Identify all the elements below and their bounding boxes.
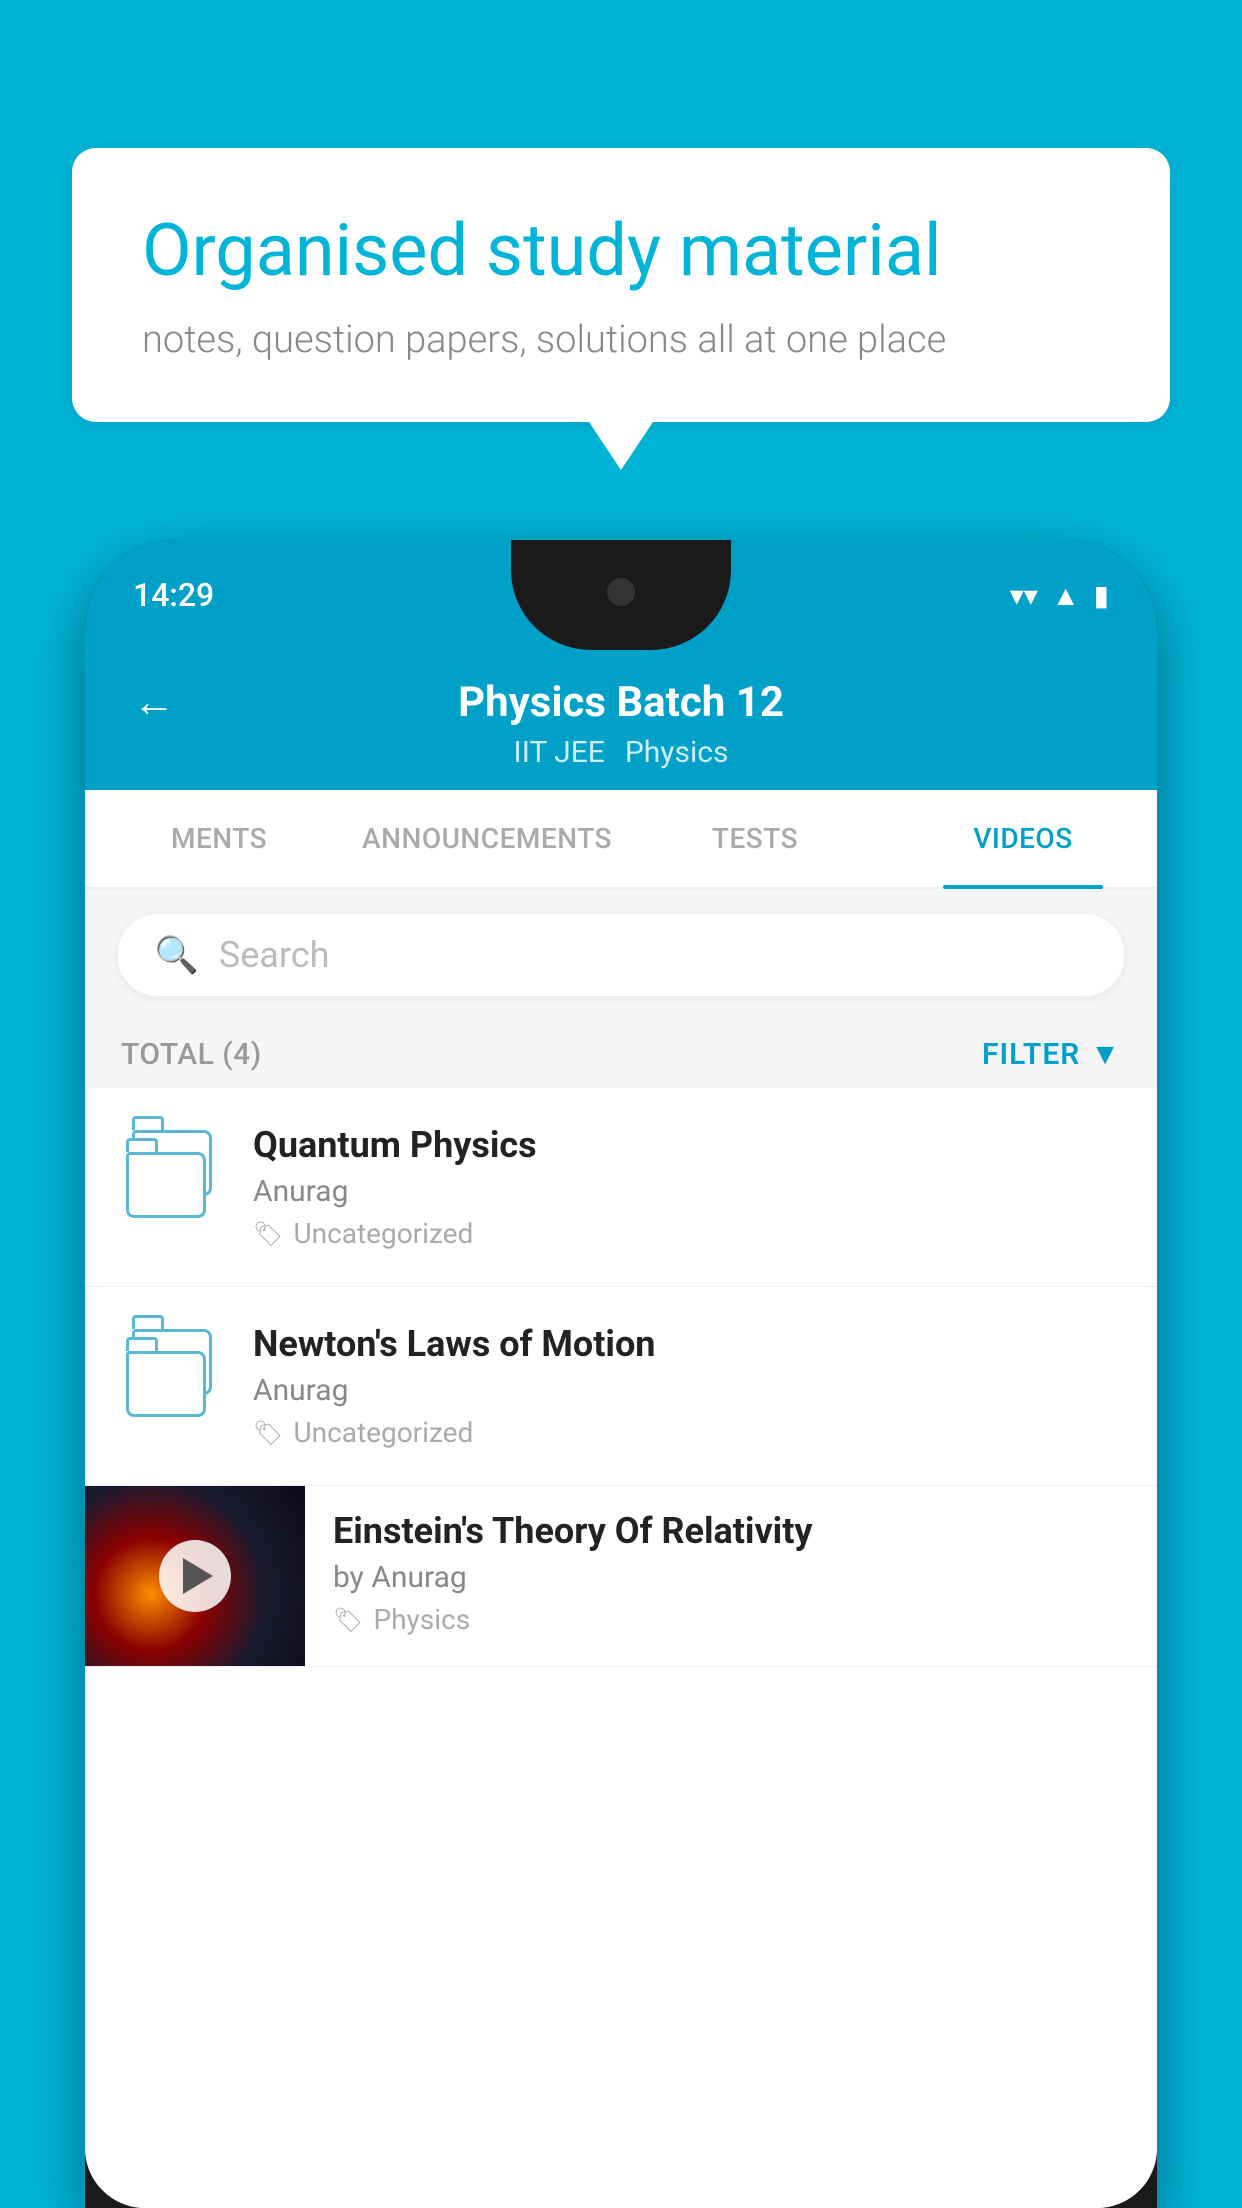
- signal-icon: ▲: [1052, 579, 1080, 612]
- folder-icon-container: [121, 1124, 221, 1224]
- battery-icon: ▮: [1094, 579, 1109, 612]
- tag-icon: 🏷: [253, 1419, 283, 1447]
- speech-bubble-container: Organised study material notes, question…: [72, 148, 1170, 470]
- phone-frame: 14:29 ▾▾ ▲ ▮ ← Physics Batch 12 IIT JEE …: [85, 540, 1157, 2208]
- status-icons: ▾▾ ▲ ▮: [1010, 579, 1109, 612]
- folder-tab-front: [126, 1138, 158, 1152]
- filter-button[interactable]: FILTER ▼: [982, 1037, 1121, 1072]
- search-icon: 🔍: [154, 934, 199, 976]
- folder-tab-back: [132, 1116, 164, 1130]
- speech-bubble: Organised study material notes, question…: [72, 148, 1170, 422]
- status-time: 14:29: [133, 576, 214, 614]
- bubble-tail: [589, 422, 653, 470]
- header-row: ← Physics Batch 12: [133, 678, 1109, 727]
- video-tag: 🏷 Physics: [333, 1603, 1133, 1636]
- video-author: by Anurag: [333, 1560, 1133, 1595]
- phone-screen: ← Physics Batch 12 IIT JEE Physics MENTS…: [85, 650, 1157, 2208]
- video-title: Quantum Physics: [253, 1124, 1121, 1166]
- list-item[interactable]: Newton's Laws of Motion Anurag 🏷 Uncateg…: [85, 1287, 1157, 1486]
- wifi-icon: ▾▾: [1010, 579, 1038, 612]
- app-header: ← Physics Batch 12 IIT JEE Physics: [85, 650, 1157, 790]
- list-item[interactable]: Quantum Physics Anurag 🏷 Uncategorized: [85, 1088, 1157, 1287]
- header-subtitle: IIT JEE Physics: [514, 735, 729, 770]
- bubble-title: Organised study material: [142, 208, 1100, 294]
- video-title: Einstein's Theory Of Relativity: [333, 1510, 1133, 1552]
- status-bar: 14:29 ▾▾ ▲ ▮: [85, 540, 1157, 650]
- video-tag: 🏷 Uncategorized: [253, 1416, 1121, 1449]
- filter-bar: TOTAL (4) FILTER ▼: [85, 1021, 1157, 1088]
- video-info: Newton's Laws of Motion Anurag 🏷 Uncateg…: [253, 1323, 1121, 1449]
- list-item[interactable]: Einstein's Theory Of Relativity by Anura…: [85, 1486, 1157, 1667]
- tag-label: Physics: [373, 1603, 470, 1636]
- tab-announcements[interactable]: ANNOUNCEMENTS: [353, 790, 621, 887]
- bubble-subtitle: notes, question papers, solutions all at…: [142, 318, 1100, 362]
- camera-dot: [607, 578, 635, 606]
- video-author: Anurag: [253, 1373, 1121, 1408]
- folder-front-layer: [126, 1351, 206, 1417]
- play-icon: [183, 1558, 213, 1594]
- page-title: Physics Batch 12: [458, 678, 784, 727]
- subtitle-iitjee: IIT JEE: [514, 735, 605, 770]
- video-list: Quantum Physics Anurag 🏷 Uncategorized: [85, 1088, 1157, 2208]
- tab-tests[interactable]: TESTS: [621, 790, 889, 887]
- filter-label: FILTER: [982, 1037, 1080, 1072]
- folder-tab-front: [126, 1337, 158, 1351]
- search-input[interactable]: Search: [219, 934, 330, 976]
- video-title: Newton's Laws of Motion: [253, 1323, 1121, 1365]
- search-bar[interactable]: 🔍 Search: [117, 913, 1125, 997]
- subtitle-physics: Physics: [625, 735, 729, 770]
- folder-front-layer: [126, 1152, 206, 1218]
- folder-icon: [126, 1130, 216, 1218]
- video-info: Einstein's Theory Of Relativity by Anura…: [305, 1486, 1157, 1660]
- tab-ments[interactable]: MENTS: [85, 790, 353, 887]
- filter-funnel-icon: ▼: [1090, 1037, 1121, 1072]
- tag-label: Uncategorized: [293, 1217, 473, 1250]
- play-button[interactable]: [159, 1540, 231, 1612]
- tag-icon: 🏷: [253, 1220, 283, 1248]
- video-info: Quantum Physics Anurag 🏷 Uncategorized: [253, 1124, 1121, 1250]
- tag-label: Uncategorized: [293, 1416, 473, 1449]
- video-tag: 🏷 Uncategorized: [253, 1217, 1121, 1250]
- total-count: TOTAL (4): [121, 1037, 262, 1072]
- tab-videos[interactable]: VIDEOS: [889, 790, 1157, 887]
- folder-icon-container: [121, 1323, 221, 1423]
- video-author: Anurag: [253, 1174, 1121, 1209]
- folder-icon: [126, 1329, 216, 1417]
- folder-tab-back: [132, 1315, 164, 1329]
- tag-icon: 🏷: [333, 1606, 363, 1634]
- video-thumbnail: [85, 1486, 305, 1666]
- back-button[interactable]: ←: [133, 678, 175, 727]
- tabs-bar: MENTS ANNOUNCEMENTS TESTS VIDEOS: [85, 790, 1157, 889]
- search-container: 🔍 Search: [85, 889, 1157, 1021]
